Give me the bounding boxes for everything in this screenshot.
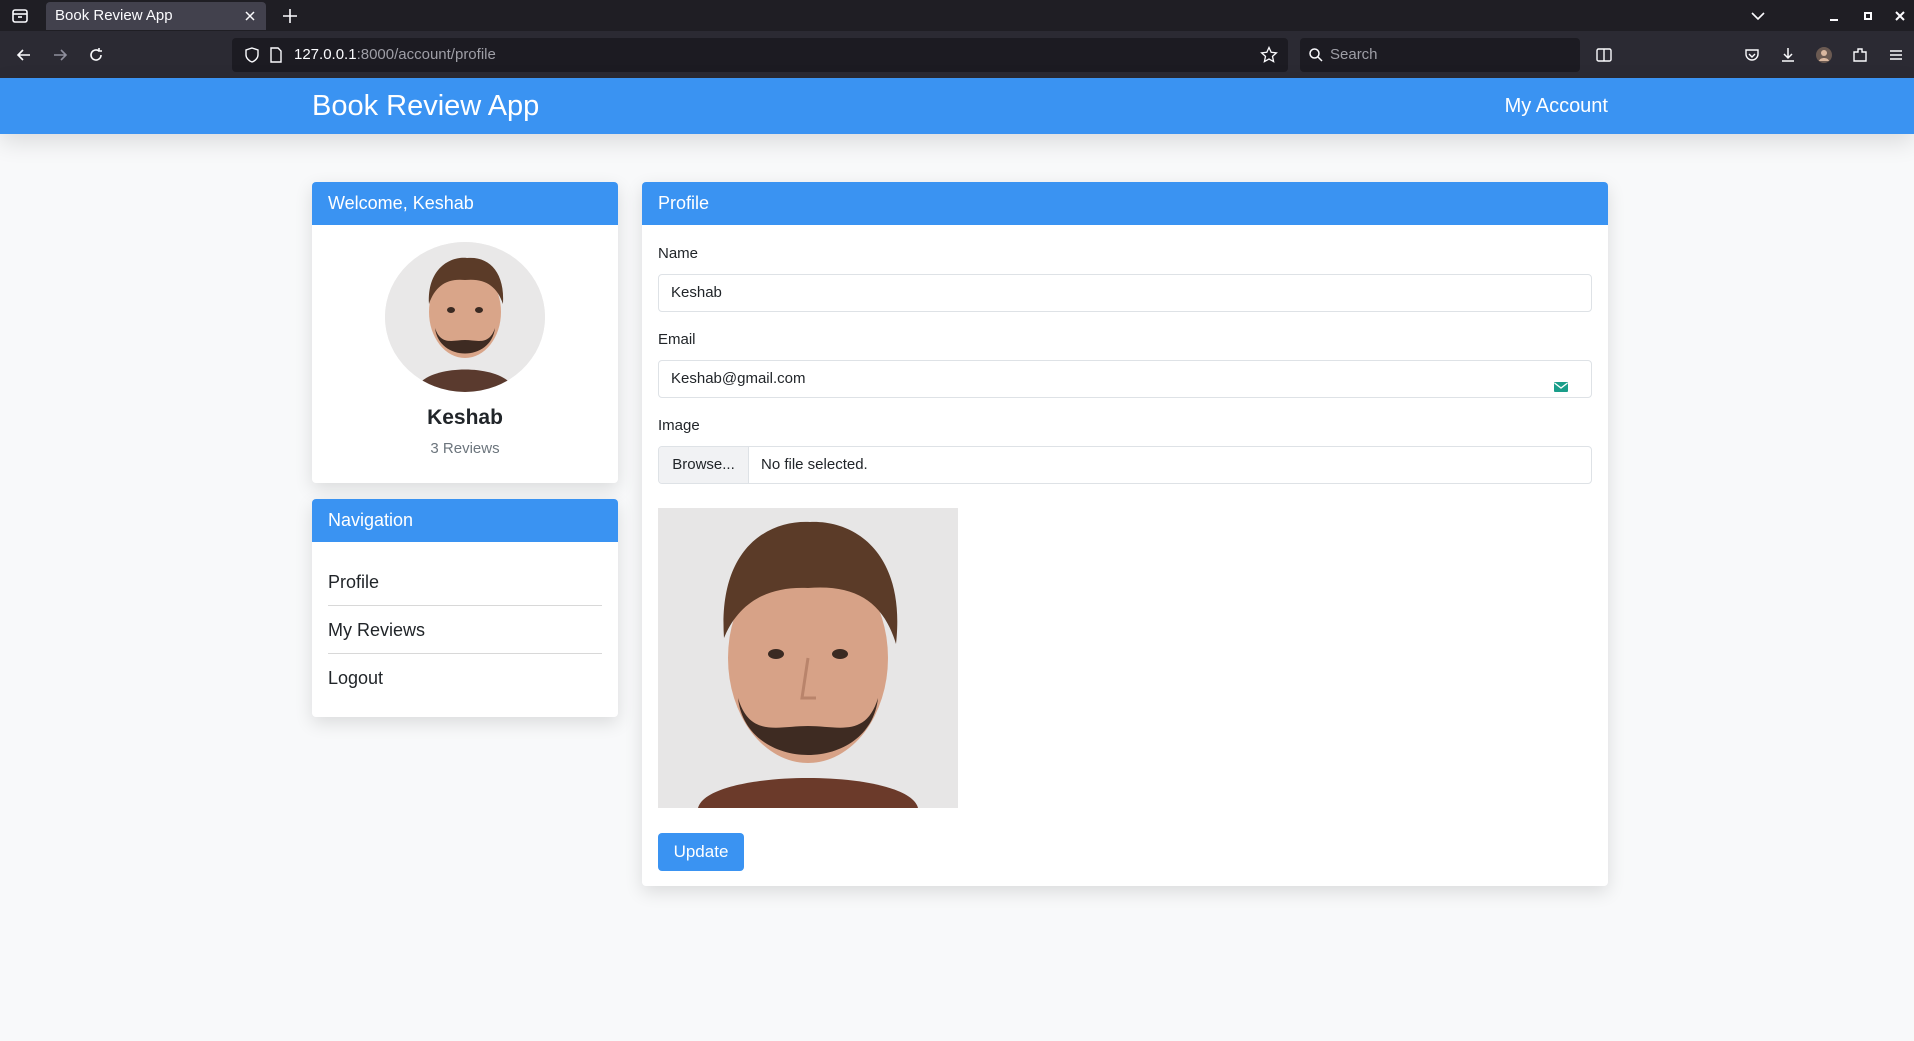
email-input[interactable]: Keshab@gmail.com bbox=[658, 360, 1592, 398]
browser-toolbar: 127.0.0.1:8000/account/profile Search bbox=[0, 31, 1914, 78]
bookmark-star-icon[interactable] bbox=[1260, 45, 1278, 69]
chevron-down-icon[interactable] bbox=[1748, 6, 1768, 26]
nav-item-logout[interactable]: Logout bbox=[328, 654, 602, 702]
url-text: 127.0.0.1:8000/account/profile bbox=[294, 46, 496, 63]
image-file-input[interactable]: Browse... No file selected. bbox=[658, 446, 1592, 484]
welcome-card: Welcome, Keshab Keshab 3 Reviews bbox=[312, 182, 618, 483]
tab-title: Book Review App bbox=[55, 7, 173, 24]
page-icon bbox=[268, 47, 284, 68]
nav-item-profile[interactable]: Profile bbox=[328, 558, 602, 606]
forward-icon[interactable] bbox=[48, 43, 72, 67]
image-label: Image bbox=[658, 417, 700, 434]
mail-icon bbox=[1553, 372, 1569, 392]
browse-button[interactable]: Browse... bbox=[659, 447, 749, 483]
menu-icon[interactable] bbox=[1884, 43, 1908, 67]
maximize-icon[interactable] bbox=[1858, 6, 1878, 26]
name-input[interactable]: Keshab bbox=[658, 274, 1592, 312]
extensions-icon[interactable] bbox=[1848, 43, 1872, 67]
browser-tab-bar: Book Review App bbox=[0, 0, 1914, 31]
new-tab-icon[interactable] bbox=[280, 6, 300, 26]
reader-view-icon[interactable] bbox=[1592, 43, 1616, 67]
user-name: Keshab bbox=[427, 406, 503, 429]
pocket-icon[interactable] bbox=[1740, 43, 1764, 67]
app-header: Book Review App My Account bbox=[0, 78, 1914, 134]
brand-title[interactable]: Book Review App bbox=[312, 78, 539, 134]
minimize-icon[interactable] bbox=[1824, 6, 1844, 26]
email-value: Keshab@gmail.com bbox=[671, 370, 806, 387]
search-icon bbox=[1308, 47, 1324, 68]
my-account-link[interactable]: My Account bbox=[1505, 78, 1608, 134]
nav-item-my-reviews[interactable]: My Reviews bbox=[328, 606, 602, 654]
email-label: Email bbox=[658, 331, 696, 348]
user-avatar bbox=[385, 242, 545, 392]
navigation-card: Navigation Profile My Reviews Logout bbox=[312, 499, 618, 717]
profile-image-preview bbox=[658, 508, 958, 808]
reload-icon[interactable] bbox=[84, 43, 108, 67]
navigation-card-header: Navigation bbox=[312, 499, 618, 542]
name-label: Name bbox=[658, 245, 699, 262]
search-input[interactable]: Search bbox=[1300, 38, 1580, 72]
browser-tab[interactable]: Book Review App bbox=[46, 2, 266, 30]
account-avatar-icon[interactable] bbox=[1812, 43, 1836, 67]
close-window-icon[interactable] bbox=[1890, 6, 1910, 26]
review-count: 3 Reviews bbox=[430, 440, 500, 457]
tab-list-icon[interactable] bbox=[8, 6, 32, 26]
update-button[interactable]: Update bbox=[658, 833, 744, 871]
back-icon[interactable] bbox=[12, 43, 36, 67]
address-bar[interactable]: 127.0.0.1:8000/account/profile bbox=[232, 38, 1288, 72]
profile-card: Profile Name Keshab Email Keshab@gmail.c… bbox=[642, 182, 1608, 886]
welcome-card-header: Welcome, Keshab bbox=[312, 182, 618, 225]
close-tab-icon[interactable] bbox=[242, 2, 258, 30]
profile-card-header: Profile bbox=[642, 182, 1608, 225]
file-status: No file selected. bbox=[761, 456, 868, 473]
shield-icon[interactable] bbox=[244, 47, 260, 68]
download-icon[interactable] bbox=[1776, 43, 1800, 67]
